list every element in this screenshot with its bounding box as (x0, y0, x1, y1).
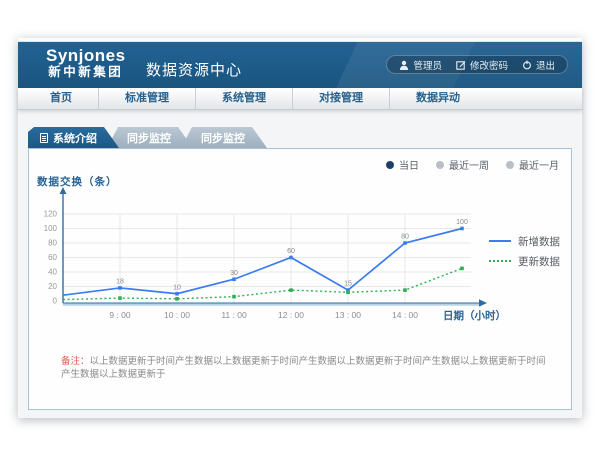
user-icon (399, 60, 409, 70)
svg-text:18: 18 (116, 278, 124, 285)
svg-text:60: 60 (48, 253, 57, 262)
logo-text-cn: 新中新集团 (46, 65, 126, 80)
footnote-colon: ： (80, 356, 90, 367)
legend-new-data-label: 新增数据 (518, 234, 560, 249)
svg-text:100: 100 (44, 224, 58, 233)
svg-text:9 : 00: 9 : 00 (109, 310, 131, 320)
nav-item-data-change[interactable]: 数据异动 (389, 88, 486, 109)
nav-item-home[interactable]: 首页 (24, 88, 98, 109)
tab-system-intro-label: 系统介绍 (53, 130, 97, 146)
svg-text:10 : 00: 10 : 00 (164, 310, 190, 320)
tab-sync-monitor-2-label: 同步监控 (201, 130, 245, 146)
time-range-filter: 当日 最近一周 最近一月 (386, 157, 559, 172)
dotted-line-icon (489, 260, 511, 262)
change-password-label: 修改密码 (470, 58, 508, 72)
svg-text:13 : 00: 13 : 00 (335, 310, 361, 320)
svg-text:14 : 00: 14 : 00 (392, 310, 418, 320)
change-password-button[interactable]: 修改密码 (456, 58, 508, 72)
svg-text:15: 15 (344, 281, 352, 288)
svg-text:30: 30 (230, 270, 238, 277)
svg-text:100: 100 (456, 219, 468, 226)
power-icon (522, 60, 532, 70)
legend-new-data: 新增数据 (489, 231, 560, 251)
admin-user-label: 管理员 (413, 58, 442, 72)
radio-unselected-icon (436, 161, 444, 169)
logout-button[interactable]: 退出 (522, 58, 555, 72)
nav-item-system-management[interactable]: 系统管理 (195, 88, 292, 109)
admin-user-button[interactable]: 管理员 (399, 58, 442, 72)
legend-updated-data: 更新数据 (489, 251, 560, 271)
svg-text:60: 60 (287, 248, 295, 255)
chart-legend: 新增数据 更新数据 (489, 231, 560, 271)
footnote-body: 以上数据更新于时间产生数据以上数据更新于时间产生数据以上数据更新于时间产生数据以… (61, 356, 546, 380)
page-title: 数据资源中心 (146, 59, 242, 80)
radio-last-month-label: 最近一月 (519, 157, 559, 172)
svg-text:日期（小时）: 日期（小时） (443, 309, 506, 322)
solid-line-icon (489, 240, 511, 242)
radio-unselected-icon (506, 161, 514, 169)
svg-text:11 : 00: 11 : 00 (221, 310, 247, 320)
content-area: 系统介绍 同步监控 同步监控 当日 最近一周 (18, 110, 582, 417)
app-header: Synjones 新中新集团 数据资源中心 管理员 修改密码 退出 (18, 42, 582, 88)
footnote: 备注：以上数据更新于时间产生数据以上数据更新于时间产生数据以上数据更新于时间产生… (61, 355, 551, 381)
radio-today-label: 当日 (399, 157, 419, 172)
svg-text:80: 80 (401, 234, 409, 241)
user-toolbar: 管理员 修改密码 退出 (386, 55, 568, 74)
footnote-prefix: 备注 (61, 356, 80, 367)
radio-last-week-label: 最近一周 (449, 157, 489, 172)
radio-last-week[interactable]: 最近一周 (436, 157, 489, 172)
radio-selected-icon (386, 161, 394, 169)
svg-text:10: 10 (173, 284, 181, 291)
radio-last-month[interactable]: 最近一月 (506, 157, 559, 172)
tab-bar: 系统介绍 同步监控 同步监控 (28, 127, 267, 148)
svg-text:80: 80 (48, 239, 57, 248)
nav-item-integration-management[interactable]: 对接管理 (292, 88, 389, 109)
app-window: Synjones 新中新集团 数据资源中心 管理员 修改密码 退出 (18, 38, 582, 418)
svg-text:20: 20 (48, 282, 57, 291)
legend-updated-data-label: 更新数据 (518, 254, 560, 269)
document-icon (40, 133, 48, 143)
radio-today[interactable]: 当日 (386, 157, 419, 172)
main-nav: 首页 标准管理 系统管理 对接管理 数据异动 (18, 88, 582, 110)
y-axis-title: 数据交换（条） (37, 174, 118, 189)
tab-sync-monitor-1-label: 同步监控 (127, 130, 171, 146)
tab-sync-monitor-2[interactable]: 同步监控 (181, 127, 267, 148)
tab-system-intro[interactable]: 系统介绍 (28, 127, 119, 148)
logo-text-en: Synjones (46, 47, 126, 65)
tab-sync-monitor-1[interactable]: 同步监控 (107, 127, 193, 148)
svg-text:40: 40 (48, 268, 57, 277)
svg-text:120: 120 (44, 210, 58, 219)
svg-text:0: 0 (53, 297, 58, 306)
chart-panel: 当日 最近一周 最近一月 数据交换（条） 0 20 40 60 80 100 120 9 : … (28, 148, 572, 410)
svg-text:12 : 00: 12 : 00 (278, 310, 304, 320)
nav-item-standard-management[interactable]: 标准管理 (98, 88, 195, 109)
logout-label: 退出 (536, 58, 555, 72)
edit-icon (456, 60, 466, 70)
company-logo: Synjones 新中新集团 (46, 47, 126, 80)
